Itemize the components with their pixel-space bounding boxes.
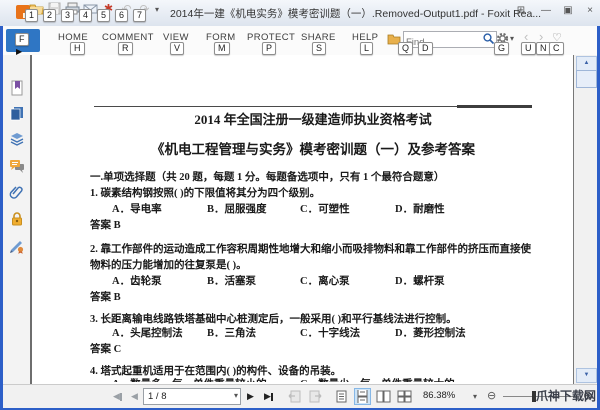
hint-share: S <box>312 42 327 55</box>
window-title: 2014年一建《机电实务》模考密训题（一）.Removed-Output1.pd… <box>170 8 542 20</box>
next-view-button[interactable] <box>309 385 323 408</box>
hint-find-input: D <box>418 42 433 55</box>
bookmarks-panel-icon[interactable] <box>9 80 25 96</box>
option-partial: C．数量少、每一单件重量较大的 <box>300 377 455 382</box>
option: C．离心泵 <box>300 276 350 287</box>
hint-file: F <box>15 33 29 46</box>
question-2-options: A．齿轮泵 B．活塞泵 C．离心泵 D．螺杆泵 <box>32 274 552 290</box>
question-1-options: A．导电率 B．屈服强度 C．可塑性 D．耐磨性 <box>32 202 552 218</box>
option: B．屈服强度 <box>207 204 267 215</box>
page-header-rule-bold <box>457 105 532 108</box>
hint-gear: G <box>494 42 510 55</box>
gear-dropdown-icon[interactable]: ▾ <box>510 34 514 43</box>
signatures-panel-icon[interactable] <box>9 238 25 254</box>
option: D．耐磨性 <box>395 204 445 215</box>
close-button[interactable]: × <box>581 4 599 19</box>
option: A．齿轮泵 <box>112 276 162 287</box>
hint-redo: 7 <box>133 9 147 22</box>
hint-special: 5 <box>97 9 111 22</box>
option: D．螺杆泵 <box>395 276 445 287</box>
title-bar: ✱ ↶ ↷ ▾ 1 2 3 4 5 6 7 2014年一建《机电实务》模考密训题… <box>0 0 600 27</box>
layers-panel-icon[interactable] <box>9 131 25 147</box>
zoom-level-value: 86.38% <box>423 390 456 401</box>
option: D．菱形控制法 <box>395 328 466 339</box>
hint-protect: P <box>262 42 277 55</box>
exam-title-line2: 《机电工程管理与实务》模考密训题（一）及参考答案 <box>151 142 475 157</box>
option-partial: A．数量多、每一单件重量较小的 <box>112 377 267 382</box>
page-dropdown-icon[interactable]: ▾ <box>234 391 238 400</box>
find-input[interactable] <box>404 35 480 50</box>
continuous-view-button[interactable] <box>354 388 371 405</box>
page-number-value: 1 / 8 <box>148 391 167 402</box>
option: A．导电率 <box>112 204 162 215</box>
scroll-up-icon[interactable]: ▲ <box>576 56 597 71</box>
qat-dropdown-icon[interactable]: ▾ <box>155 5 159 14</box>
prev-view-button[interactable] <box>287 385 301 408</box>
hint-print: 3 <box>61 9 75 22</box>
scroll-down-icon[interactable]: ▼ <box>576 368 597 383</box>
maximize-button[interactable]: ▣ <box>559 4 577 19</box>
last-page-arrow-icon: ▶ <box>264 391 271 401</box>
last-page-bar <box>270 392 273 401</box>
first-page-arrow-icon: ◀ <box>113 391 120 401</box>
pages-panel-icon[interactable] <box>9 105 25 121</box>
vertical-scrollbar[interactable]: ▲ ▼ <box>574 55 597 384</box>
hint-back: U <box>521 42 536 55</box>
hint-favorite: C <box>549 42 564 55</box>
facing-view-button[interactable] <box>375 388 392 405</box>
option: B．三角法 <box>207 328 257 339</box>
option: A．头尾控制法 <box>112 328 183 339</box>
hint-view: V <box>170 42 185 55</box>
first-page-bar <box>119 392 122 401</box>
zoom-dropdown-icon[interactable]: ▾ <box>473 392 477 401</box>
minimize-button[interactable]: — <box>537 4 555 19</box>
question-3-answer: 答案 C <box>90 344 122 355</box>
hint-form: M <box>214 42 230 55</box>
next-page-button[interactable]: ▶ <box>247 385 254 408</box>
hint-open: 1 <box>25 9 39 22</box>
question-3-options: A．头尾控制法 B．三角法 C．十字线法 D．菱形控制法 <box>32 326 552 342</box>
status-bar: ◀ ◀ 1 / 8 ▾ ▶ ▶ 86.38% ▾ ⊖ ⊕ <box>3 384 597 408</box>
layout-grid-button[interactable]: ⊞ <box>512 4 530 19</box>
prev-page-arrow-icon: ◀ <box>131 391 138 401</box>
question-4-options-clipped: A．数量多、每一单件重量较小的 C．数量少、每一单件重量较大的 <box>32 377 552 382</box>
question-2-text: 2. 靠工作部件的运动造成工作容积周期性地增大和缩小而吸排物料和靠工作部件的挤压… <box>90 244 531 271</box>
option: C．可塑性 <box>300 204 350 215</box>
toolbar-expand-icon[interactable]: ▶ <box>16 47 22 56</box>
question-1-answer: 答案 B <box>90 220 121 231</box>
zoom-out-button[interactable]: ⊖ <box>487 389 496 402</box>
security-panel-icon[interactable] <box>9 211 25 227</box>
navigation-sidebar <box>3 55 32 384</box>
hint-comment: R <box>118 42 133 55</box>
hint-find-folder: Q <box>398 42 414 55</box>
watermark-text: 爪神下载网 <box>536 389 597 403</box>
comments-panel-icon[interactable] <box>9 158 25 174</box>
hint-save: 2 <box>43 9 57 22</box>
section-intro: 一.单项选择题（共 20 题，每题 1 分。每题备选项中，只有 1 个最符合题意… <box>90 172 445 183</box>
hint-email: 4 <box>79 9 93 22</box>
option: B．活塞泵 <box>207 276 257 287</box>
continuous-facing-view-button[interactable] <box>396 388 413 405</box>
single-page-view-button[interactable] <box>333 388 350 405</box>
prev-page-button[interactable]: ◀ <box>131 385 138 408</box>
exam-title-line1: 2014 年全国注册一级建造师执业资格考试 <box>194 112 432 127</box>
scrollbar-thumb[interactable] <box>576 70 597 88</box>
hint-undo: 6 <box>115 9 129 22</box>
document-page[interactable]: 2014 年全国注册一级建造师执业资格考试 《机电工程管理与实务》模考密训题（一… <box>32 55 573 384</box>
attachments-panel-icon[interactable] <box>9 184 25 200</box>
hint-home: H <box>70 42 85 55</box>
question-1-text: 1. 碳素结构钢按照( )的下限值将其分为四个级别。 <box>90 188 321 199</box>
option: C．十字线法 <box>300 328 361 339</box>
next-page-arrow-icon: ▶ <box>247 391 254 401</box>
question-2-answer: 答案 B <box>90 292 121 303</box>
hint-help: L <box>360 42 374 55</box>
last-page-button[interactable]: ▶ <box>264 385 273 408</box>
first-page-button[interactable]: ◀ <box>113 385 122 408</box>
page-number-box[interactable]: 1 / 8 ▾ <box>143 388 241 405</box>
